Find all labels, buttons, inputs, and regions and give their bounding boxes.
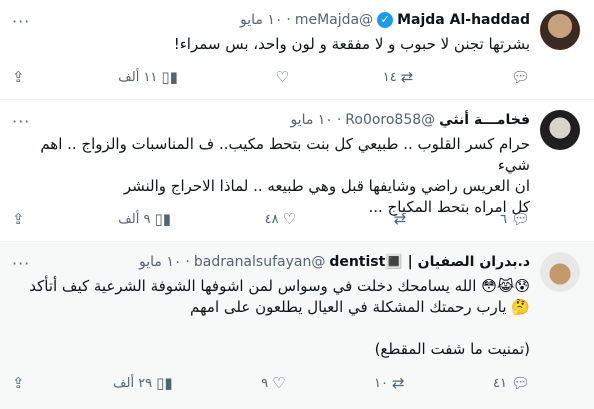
retweet-icon: ⇄ (393, 210, 407, 228)
heart-icon: ♡ (275, 68, 290, 86)
more-icon[interactable]: ··· (12, 12, 30, 31)
reply-button[interactable]: 💬︎ ٤١ (493, 374, 530, 392)
tweet-date[interactable]: ١٠ مايو (290, 110, 332, 130)
views-count: ١١ ألف (118, 69, 158, 85)
like-button[interactable]: ♡ ٤٨ (265, 210, 296, 228)
retweet-button[interactable]: ⇄ (390, 210, 407, 228)
share-button[interactable]: ⇪ (12, 68, 25, 86)
author-name[interactable]: فخامـــة أنثي (439, 110, 530, 130)
separator-dot: · (185, 254, 190, 270)
tweet-header: د.بدران الصفيان | 🔳dentist @badranalsufa… (139, 252, 530, 272)
author-handle[interactable]: @badranalsufayan (194, 252, 325, 272)
more-icon[interactable]: ··· (12, 254, 30, 273)
tweet[interactable]: فخامـــة أنثي @Ro0oro858 · ١٠ مايو ··· ح… (0, 100, 594, 242)
author-handle[interactable]: @Ro0oro858 (345, 110, 435, 130)
separator-dot: · (286, 12, 291, 28)
reply-icon: 💬︎ (510, 68, 530, 86)
tweet-actions: 💬︎ ٦ ⇄ ♡ ٤٨ ▮▯ ٩ ألف ⇪ (12, 210, 530, 228)
retweet-button[interactable]: ⇄ ١٠ (374, 374, 405, 392)
reply-icon: 💬︎ (510, 374, 530, 392)
views-icon: ▮▯ (156, 374, 173, 392)
heart-icon: ♡ (272, 374, 286, 392)
tweet-actions: 💬︎ ⇄ ١٤ ♡ ▮▯ ١١ ألف ⇪ (12, 68, 530, 86)
tweet-header: Majda Al-haddad ✓ @meMajda · ١٠ مايو (240, 10, 530, 30)
views-button[interactable]: ▮▯ ٢٩ ألف (113, 374, 173, 392)
verified-badge-icon: ✓ (377, 12, 394, 28)
share-icon: ⇪ (12, 374, 25, 392)
tweet-text: حرام كسر القلوب .. طبيعي كل بنت بتحط مكي… (40, 135, 530, 216)
author-name[interactable]: د.بدران الصفيان | 🔳dentist (329, 252, 530, 272)
avatar[interactable] (540, 252, 580, 292)
retweet-count: ١٤ (382, 69, 397, 85)
tweet-date[interactable]: ١٠ مايو (139, 252, 181, 272)
tweet-feed: Majda Al-haddad ✓ @meMajda · ١٠ مايو ···… (0, 0, 594, 409)
views-button[interactable]: ▮▯ ١١ ألف (118, 68, 178, 86)
tweet-text: 😰😹😳 الله يسامحك دخلت في وسواس لمن اشوفها… (29, 277, 530, 358)
tweet-header: فخامـــة أنثي @Ro0oro858 · ١٠ مايو (290, 110, 530, 130)
more-icon[interactable]: ··· (12, 112, 30, 131)
heart-icon: ♡ (282, 210, 297, 228)
share-icon: ⇪ (12, 210, 25, 228)
retweet-icon: ⇄ (391, 374, 405, 392)
retweet-button[interactable]: ⇄ ١٤ (383, 68, 414, 86)
reply-count: ٤١ (492, 375, 507, 391)
like-count: ٩ (261, 375, 269, 391)
avatar[interactable] (540, 10, 580, 50)
author-handle[interactable]: @meMajda (295, 10, 373, 30)
reply-button[interactable]: 💬︎ (507, 68, 530, 86)
tweet-date[interactable]: ١٠ مايو (240, 10, 282, 30)
reply-button[interactable]: 💬︎ ٦ (500, 210, 530, 228)
share-button[interactable]: ⇪ (12, 374, 25, 392)
tweet[interactable]: Majda Al-haddad ✓ @meMajda · ١٠ مايو ···… (0, 0, 594, 100)
like-button[interactable]: ♡ ٩ (261, 374, 285, 392)
separator-dot: · (336, 112, 342, 128)
views-count: ٩ ألف (118, 211, 151, 227)
retweet-icon: ⇄ (400, 68, 414, 86)
share-icon: ⇪ (12, 68, 25, 86)
retweet-count: ١٠ (374, 375, 388, 391)
like-count: ٤٨ (264, 211, 279, 227)
views-icon: ▮▯ (154, 210, 171, 228)
reply-count: ٦ (499, 211, 507, 227)
tweet-actions: 💬︎ ٤١ ⇄ ١٠ ♡ ٩ ▮▯ ٢٩ ألف ⇪ (12, 374, 530, 392)
views-count: ٢٩ ألف (113, 375, 153, 391)
like-button[interactable]: ♡ (272, 68, 289, 86)
avatar[interactable] (540, 110, 580, 150)
author-name[interactable]: Majda Al-haddad (397, 10, 530, 30)
share-button[interactable]: ⇪ (12, 210, 25, 228)
tweet[interactable]: د.بدران الصفيان | 🔳dentist @badranalsufa… (0, 242, 594, 409)
reply-icon: 💬︎ (510, 210, 530, 228)
tweet-text: بشرتها تجنن لا حبوب و لا مفقعة و لون واح… (173, 35, 530, 53)
views-icon: ▮▯ (161, 68, 178, 86)
views-button[interactable]: ▮▯ ٩ ألف (118, 210, 171, 228)
